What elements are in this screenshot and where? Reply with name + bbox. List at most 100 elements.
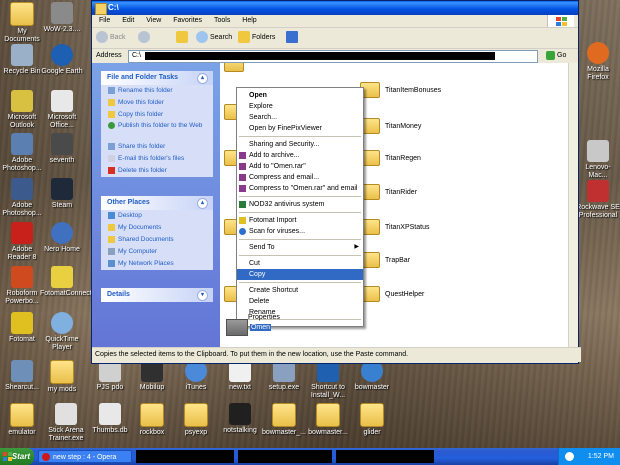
desktop-icon[interactable]: Adobe Photoshop... [0,133,44,173]
tray-icon[interactable] [565,452,574,461]
place-shared-documents[interactable]: Shared Documents [101,234,213,246]
panel-title[interactable]: Other Places ▴ [101,196,213,210]
menu-explore[interactable]: Explore [237,101,363,112]
place-my-computer[interactable]: My Computer [101,246,213,258]
folder-item[interactable]: TitanRegen [360,149,421,169]
task-delete-folder[interactable]: Delete this folder [101,165,213,177]
desktop-icon[interactable]: notstalking [218,403,262,435]
desktop-icon[interactable]: bowmaster... [306,403,350,437]
desktop-icon[interactable]: rockbox [130,403,174,437]
desktop-icon[interactable]: Fotomat [0,312,44,344]
desktop-icon[interactable]: Stick Arena Trainer.exe [44,403,88,443]
desktop-icon[interactable]: Microsoft Office... [40,90,84,130]
forward-button[interactable] [138,31,152,45]
desktop-icon[interactable]: glider [350,403,394,437]
up-folder-button[interactable] [176,31,190,45]
menu-help[interactable]: Help [242,17,256,24]
menu-create-shortcut[interactable]: Create Shortcut [237,285,363,296]
desktop-icon[interactable]: Shearcut... [0,360,44,392]
folder-item[interactable]: TitanItemBonuses [360,81,441,101]
desktop-icon[interactable]: Google Earth [40,44,84,76]
desktop-icon[interactable]: Adobe Reader 8 [0,222,44,262]
desktop-icon[interactable]: psyexp [174,403,218,437]
menu-delete[interactable]: Delete [237,296,363,307]
go-button[interactable]: Go [546,50,574,62]
desktop-icon[interactable]: Rockwave SE Professional [576,180,620,220]
title-bar[interactable]: C:\ [92,1,578,15]
task-copy-folder[interactable]: Copy this folder [101,109,213,121]
desktop-icon[interactable]: emulator [0,403,44,437]
panel-title[interactable]: Details ▾ [101,288,213,302]
menu-send-to[interactable]: Send To ▶ [237,242,363,253]
task-share-folder[interactable]: Share this folder [101,141,213,153]
menu-open[interactable]: Open [237,90,363,101]
menu-compress-email[interactable]: Compress and email... [237,172,363,183]
menu-favorites[interactable]: Favorites [173,17,202,24]
place-desktop[interactable]: Desktop [101,210,213,222]
menu-add-to-rar[interactable]: Add to "Omen.rar" [237,161,363,172]
task-move-folder[interactable]: Move this folder [101,97,213,109]
desktop-icon[interactable]: Adobe Photoshop... [0,178,44,218]
desktop-icon[interactable]: Nero Home [40,222,84,254]
menu-copy[interactable]: Copy [237,269,363,280]
desktop-icon[interactable]: PJS pdo [88,360,132,392]
menu-tools[interactable]: Tools [214,17,230,24]
menu-compress-rar-email[interactable]: Compress to "Omen.rar" and email [237,183,363,194]
search-button[interactable]: Search [196,31,232,45]
folders-button[interactable]: Folders [238,31,275,45]
start-button[interactable]: Start [0,448,34,465]
desktop-icon[interactable]: WoW-2.3.... [40,2,84,34]
desktop-icon[interactable]: Microsoft Outlook [0,90,44,130]
menu-add-to-archive[interactable]: Add to archive... [237,150,363,161]
folder-item[interactable] [224,63,249,75]
menu-open-finepix[interactable]: Open by FinePixViewer [237,123,363,134]
menu-nod32[interactable]: NOD32 antivirus system [237,199,363,210]
place-my-documents[interactable]: My Documents [101,222,213,234]
desktop-icon[interactable]: setup.exe [262,360,306,392]
collapse-icon[interactable]: ▴ [197,73,208,84]
menu-fotomat-import[interactable]: Fotomat Import [237,215,363,226]
panel-title[interactable]: File and Folder Tasks ▴ [101,71,213,85]
desktop-icon[interactable]: Recycle Bin [0,44,44,76]
menu-cut[interactable]: Cut [237,258,363,269]
menu-file[interactable]: File [99,17,110,24]
address-field[interactable]: C:\ [128,50,538,63]
taskbar-button-opera[interactable]: new step : 4 - Opera [38,450,132,463]
desktop-icon[interactable]: Roboform Powerbo... [0,266,44,306]
selected-folder[interactable]: Omen [226,318,272,338]
folder-item[interactable]: TitanXPStatus [360,218,430,238]
desktop-icon[interactable]: bowmaster [350,360,394,392]
desktop-icon[interactable]: my mods [40,360,84,394]
vertical-scrollbar[interactable] [568,63,578,347]
task-email-files[interactable]: E-mail this folder's files [101,153,213,165]
desktop-icon[interactable]: QuickTime Player [40,312,84,352]
folder-item[interactable]: TitanMoney [360,117,421,137]
collapse-icon[interactable]: ▴ [197,198,208,209]
task-publish-folder[interactable]: Publish this folder to the Web [101,121,213,141]
expand-icon[interactable]: ▾ [197,290,208,301]
task-rename-folder[interactable]: Rename this folder [101,85,213,97]
desktop-icon[interactable]: FotomatConnect [40,266,92,298]
folder-item[interactable]: TitanRider [360,183,417,203]
desktop-icon[interactable]: iTunes [174,360,218,392]
menu-view[interactable]: View [146,17,161,24]
menu-sharing-security[interactable]: Sharing and Security... [237,139,363,150]
desktop-icon[interactable]: Lenovo-Mac... [576,140,620,180]
back-button[interactable]: Back [96,31,126,45]
desktop-icon[interactable]: seventh [40,133,84,165]
desktop-icon[interactable]: Thumbs.db [88,403,132,435]
menu-search[interactable]: Search... [237,112,363,123]
menu-edit[interactable]: Edit [122,17,134,24]
desktop-icon[interactable]: Mobilup [130,360,174,392]
desktop-icon[interactable]: bowmaster_... [262,403,306,437]
menu-scan-viruses[interactable]: Scan for viruses... [237,226,363,237]
folder-item[interactable]: TrapBar [360,251,410,271]
folder-item[interactable]: QuestHelper [360,285,424,305]
desktop-icon[interactable]: Mozilla Firefox [576,42,620,82]
desktop-icon[interactable]: Steam [40,178,84,210]
desktop-icon[interactable]: Shortcut to Install_W... [306,360,350,400]
place-network-places[interactable]: My Network Places [101,258,213,270]
desktop-icon[interactable]: new.txt [218,360,262,392]
views-button[interactable] [286,31,300,45]
desktop-icon[interactable]: My Documents [0,2,44,44]
